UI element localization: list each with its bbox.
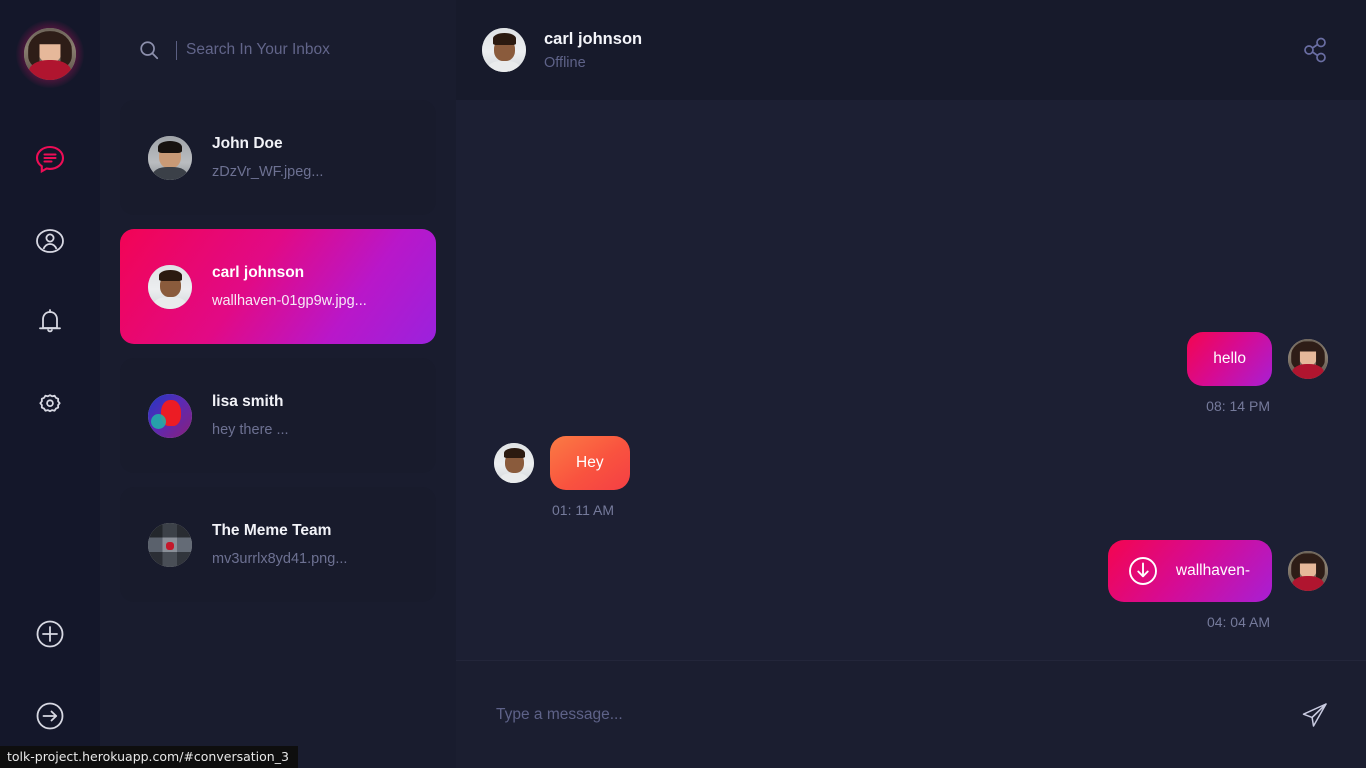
share-icon: [1304, 37, 1326, 63]
avatar: [148, 522, 192, 567]
avatar: [1288, 551, 1328, 591]
sidebar-item-chats[interactable]: [25, 134, 75, 184]
search-icon: [140, 41, 159, 60]
contacts-icon: [36, 229, 64, 253]
conversation-preview: mv3urrlx8yd41.png...: [212, 551, 348, 567]
message-item: hello 08: 14 PM: [494, 332, 1328, 414]
message-timestamp: 04: 04 AM: [1206, 614, 1270, 630]
file-message-bubble[interactable]: wallhaven-: [1107, 540, 1272, 602]
conversation-preview: zDzVr_WF.jpeg...: [212, 164, 324, 180]
logout-arrow-icon: [36, 702, 64, 730]
send-icon: [1302, 702, 1327, 727]
message-item: Hey 01: 11 AM: [494, 436, 1328, 518]
rail-primary-icons: [25, 134, 75, 430]
message-bubble[interactable]: Hey: [550, 436, 630, 490]
search-input[interactable]: [186, 41, 416, 59]
conversation-panel: John Doe zDzVr_WF.jpeg... carl johnson w…: [100, 0, 456, 768]
conversation-name: The Meme Team: [212, 522, 332, 539]
message-bubble[interactable]: hello: [1187, 332, 1272, 386]
new-conversation-button[interactable]: [25, 609, 75, 659]
share-button[interactable]: [1298, 33, 1332, 67]
message-list: hello 08: 14 PM Hey 01: 11 AM wallhaven-…: [456, 100, 1366, 660]
avatar: [24, 28, 76, 80]
rail-bottom-icons: [25, 609, 75, 741]
list-item[interactable]: carl johnson wallhaven-01gp9w.jpg...: [120, 229, 436, 344]
conversation-name: John Doe: [212, 135, 283, 152]
avatar: [148, 393, 192, 438]
status-badge: Offline: [544, 54, 586, 71]
conversation-name: carl johnson: [212, 264, 305, 281]
list-item[interactable]: lisa smith hey there ...: [120, 358, 436, 473]
search-caret: [176, 40, 177, 60]
avatar: [1288, 339, 1328, 379]
gear-icon: [39, 394, 61, 413]
current-user-avatar[interactable]: [16, 20, 84, 88]
chat-panel: carl johnson Offline hello 08: 14 PM Hey…: [456, 0, 1366, 768]
send-button[interactable]: [1298, 698, 1332, 732]
avatar: [148, 135, 192, 180]
message-timestamp: 01: 11 AM: [552, 502, 615, 518]
chat-icon: [35, 145, 65, 174]
download-circle-icon[interactable]: [1126, 554, 1160, 588]
search-bar[interactable]: [100, 0, 456, 100]
list-item[interactable]: John Doe zDzVr_WF.jpeg...: [120, 100, 436, 215]
message-item: wallhaven- 04: 04 AM: [494, 540, 1328, 630]
sidebar-item-contacts[interactable]: [25, 216, 75, 266]
chat-app: John Doe zDzVr_WF.jpeg... carl johnson w…: [0, 0, 1366, 768]
message-timestamp: 08: 14 PM: [1206, 398, 1270, 414]
conversation-name: lisa smith: [212, 393, 284, 410]
icon-rail: [0, 0, 100, 768]
page-title: carl johnson: [544, 29, 643, 48]
avatar: [482, 28, 526, 72]
file-name: wallhaven-: [1175, 562, 1250, 579]
conversation-preview: hey there ...: [212, 422, 289, 438]
conversation-list: John Doe zDzVr_WF.jpeg... carl johnson w…: [100, 100, 456, 602]
list-item[interactable]: The Meme Team mv3urrlx8yd41.png...: [120, 487, 436, 602]
conversation-preview: wallhaven-01gp9w.jpg...: [212, 293, 367, 309]
sidebar-item-settings[interactable]: [25, 380, 75, 430]
status-bar-url: tolk-project.herokuapp.com/#conversation…: [0, 746, 298, 768]
avatar: [494, 443, 534, 483]
sidebar-item-notifications[interactable]: [25, 298, 75, 348]
message-input[interactable]: [496, 705, 1298, 724]
plus-circle-icon: [36, 620, 64, 648]
bell-icon: [39, 309, 61, 333]
message-composer: [456, 660, 1366, 768]
logout-button[interactable]: [25, 691, 75, 741]
chat-header: carl johnson Offline: [456, 0, 1366, 100]
avatar: [148, 264, 192, 309]
